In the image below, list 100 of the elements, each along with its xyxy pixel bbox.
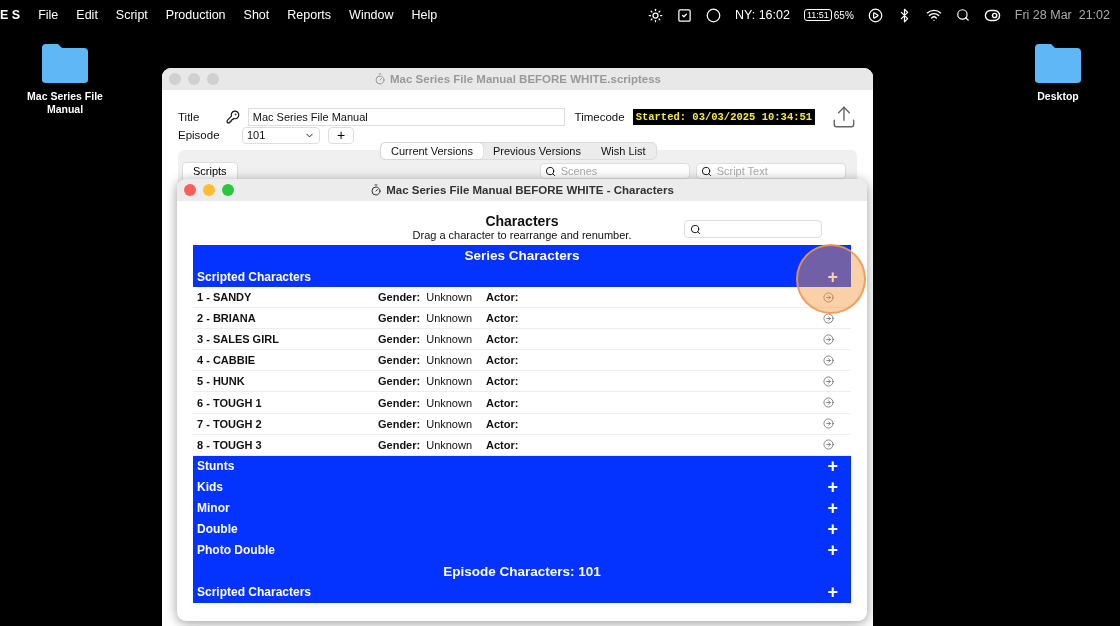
section-heading: Episode Characters: 101 bbox=[193, 560, 851, 582]
search-icon[interactable] bbox=[955, 8, 970, 22]
version-tab[interactable]: Current Versions bbox=[381, 143, 483, 159]
gender-label: Gender: bbox=[378, 396, 421, 409]
menu-item[interactable]: Reports bbox=[287, 8, 332, 22]
section-heading: Series Characters bbox=[193, 245, 851, 266]
script-text-search-field[interactable]: Script Text bbox=[695, 163, 846, 179]
window-control[interactable] bbox=[222, 184, 234, 196]
character-row[interactable]: 7 - TOUGH 2 Gender: Unknown Actor: bbox=[193, 413, 851, 435]
key-icon[interactable] bbox=[225, 110, 240, 124]
play-icon[interactable] bbox=[867, 7, 883, 23]
wifi-icon[interactable] bbox=[925, 7, 942, 23]
field-label: Title bbox=[178, 111, 201, 123]
scenes-search-field[interactable]: Scenes bbox=[539, 163, 690, 179]
character-row[interactable]: 3 - SALES GIRL Gender: Unknown Actor: bbox=[193, 329, 851, 351]
gender-value: Unknown bbox=[426, 312, 473, 325]
gender-value: Unknown bbox=[426, 375, 473, 388]
window-control[interactable] bbox=[184, 184, 196, 196]
folder-label[interactable]: Desktop bbox=[1018, 90, 1098, 103]
actor-label: Actor: bbox=[486, 417, 519, 430]
group-title: Double bbox=[197, 522, 238, 537]
gender-value: Unknown bbox=[426, 417, 473, 430]
search-icon bbox=[690, 223, 701, 235]
add-button[interactable]: + bbox=[827, 520, 847, 539]
character-name: 8 - TOUGH 3 bbox=[197, 438, 263, 451]
actor-label: Actor: bbox=[486, 354, 519, 367]
gender-value: Unknown bbox=[426, 291, 473, 304]
menu-clock[interactable]: Fri 28 Mar 21:02 bbox=[1014, 8, 1110, 22]
timecode-display: Started: 03/03/2025 10:34:51 bbox=[632, 109, 816, 125]
add-button[interactable]: + bbox=[827, 499, 847, 518]
gender-label: Gender: bbox=[378, 375, 421, 388]
scripts-tab[interactable]: Scripts bbox=[182, 162, 238, 180]
share-icon[interactable] bbox=[831, 104, 857, 130]
checkbox-icon[interactable] bbox=[677, 7, 693, 23]
character-name: 5 - HUNK bbox=[197, 375, 246, 388]
group-title: Scripted Characters bbox=[197, 585, 312, 600]
folder-label[interactable]: Mac Series File Manual bbox=[25, 90, 105, 116]
group-title: Scripted Characters bbox=[197, 269, 312, 284]
episode-select[interactable]: 101 bbox=[242, 126, 320, 144]
sun-icon[interactable] bbox=[648, 7, 664, 23]
menu-item[interactable]: Help bbox=[411, 8, 438, 22]
search-icon bbox=[700, 166, 712, 177]
character-row[interactable]: 8 - TOUGH 3 Gender: Unknown Actor: bbox=[193, 434, 851, 456]
character-name: 2 - BRIANA bbox=[197, 312, 257, 325]
actor-label: Actor: bbox=[486, 312, 519, 325]
character-row[interactable]: 5 - HUNK Gender: Unknown Actor: bbox=[193, 371, 851, 393]
field-label: Timecode bbox=[574, 111, 625, 123]
actor-label: Actor: bbox=[486, 333, 519, 346]
gender-label: Gender: bbox=[378, 291, 421, 304]
character-row[interactable]: 4 - CABBIE Gender: Unknown Actor: bbox=[193, 350, 851, 372]
character-name: 6 - TOUGH 1 bbox=[197, 396, 263, 409]
search-icon bbox=[544, 166, 556, 177]
add-button[interactable]: + bbox=[827, 478, 847, 497]
character-name: 4 - CABBIE bbox=[197, 354, 257, 367]
gender-label: Gender: bbox=[378, 417, 421, 430]
add-button[interactable]: + bbox=[827, 267, 847, 286]
character-row[interactable]: 2 - BRIANA Gender: Unknown Actor: bbox=[193, 308, 851, 330]
stopwatch-icon bbox=[370, 184, 383, 196]
add-button[interactable]: + bbox=[827, 541, 847, 560]
window-title: Mac Series File Manual BEFORE WHITE - Characters bbox=[386, 184, 674, 196]
character-name: 1 - SANDY bbox=[197, 291, 253, 304]
circle-icon[interactable] bbox=[706, 7, 722, 23]
app-menu[interactable]: E S bbox=[0, 8, 21, 22]
add-button[interactable]: + bbox=[827, 583, 847, 602]
characters-heading: Characters bbox=[485, 213, 559, 229]
group-title: Stunts bbox=[197, 459, 235, 474]
menu-item[interactable]: Script bbox=[115, 8, 148, 22]
gender-label: Gender: bbox=[378, 438, 421, 451]
character-name: 3 - SALES GIRL bbox=[197, 333, 280, 346]
character-row[interactable]: 1 - SANDY Gender: Unknown Actor: bbox=[193, 287, 851, 309]
gender-label: Gender: bbox=[378, 333, 421, 346]
stopwatch-icon bbox=[374, 73, 386, 85]
menu-item[interactable]: Window bbox=[349, 8, 394, 22]
add-button[interactable]: + bbox=[827, 457, 847, 476]
title-field[interactable]: Mac Series File Manual bbox=[247, 108, 565, 126]
actor-label: Actor: bbox=[486, 291, 519, 304]
search-field[interactable] bbox=[684, 220, 822, 238]
version-tab[interactable]: Previous Versions bbox=[482, 143, 591, 159]
window-title: Mac Series File Manual BEFORE WHITE.scriptess bbox=[390, 73, 661, 85]
gender-label: Gender: bbox=[378, 312, 421, 325]
folder-icon[interactable] bbox=[40, 42, 90, 84]
add-button[interactable]: + bbox=[328, 126, 354, 144]
group-title: Photo Double bbox=[197, 543, 275, 558]
menu-item[interactable]: File bbox=[38, 8, 59, 22]
gender-value: Unknown bbox=[426, 354, 473, 367]
version-tab[interactable]: Wish List bbox=[591, 143, 656, 159]
character-row[interactable]: 6 - TOUGH 1 Gender: Unknown Actor: bbox=[193, 392, 851, 414]
field-label: Episode bbox=[178, 129, 221, 141]
group-title: Minor bbox=[197, 501, 230, 516]
character-name: 7 - TOUGH 2 bbox=[197, 417, 263, 430]
actor-label: Actor: bbox=[486, 438, 519, 451]
gender-value: Unknown bbox=[426, 396, 473, 409]
menu-item[interactable]: Edit bbox=[76, 8, 98, 22]
folder-icon[interactable] bbox=[1033, 42, 1083, 84]
gender-value: Unknown bbox=[426, 438, 473, 451]
menu-item[interactable]: Shot bbox=[243, 8, 270, 22]
world-clock[interactable]: NY: 16:02 bbox=[735, 8, 790, 22]
group-title: Kids bbox=[197, 480, 223, 495]
menu-item[interactable]: Production bbox=[165, 8, 226, 22]
actor-label: Actor: bbox=[486, 375, 519, 388]
